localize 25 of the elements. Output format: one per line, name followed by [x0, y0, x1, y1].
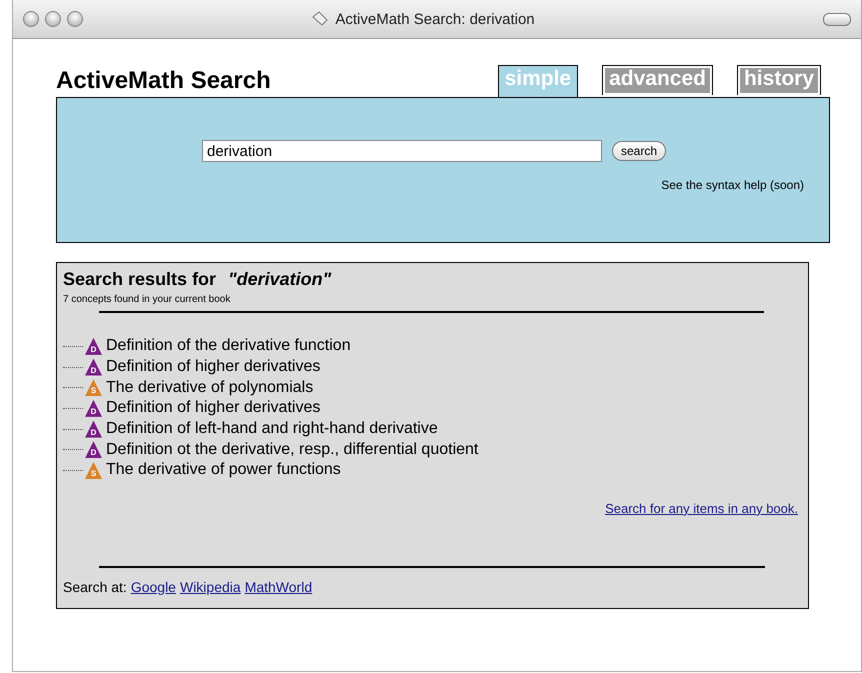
external-search-link[interactable]: Wikipedia [180, 578, 241, 595]
document-icon [311, 11, 330, 27]
external-search-link[interactable]: Google [130, 578, 176, 595]
result-item[interactable]: Definition of the derivative function [106, 337, 351, 356]
result-item[interactable]: The derivative of power functions [106, 461, 341, 480]
query-text: "derivation" [228, 269, 332, 290]
syntax-help-text: See the syntax help (soon) [661, 178, 804, 192]
search-at-label: Search at: [63, 578, 127, 595]
external-search-link[interactable]: MathWorld [244, 578, 312, 595]
zoom-button[interactable] [67, 11, 83, 27]
minimize-button[interactable] [45, 11, 61, 27]
toolbar-toggle-button[interactable] [823, 12, 851, 26]
page-heading: ActiveMath Search [56, 67, 272, 95]
result-item[interactable]: Definition of higher derivatives [106, 358, 320, 376]
results-title: Search results for [63, 269, 216, 290]
any-book-link[interactable]: Search for any items in any book. [605, 500, 798, 516]
result-item[interactable]: Definition of left-hand and right-hand derivative [106, 420, 438, 438]
search-button[interactable]: search [612, 141, 666, 161]
result-count: 7 concepts found in your current book [63, 294, 232, 305]
window-title: ActiveMath Search: derivation [335, 10, 535, 28]
result-item[interactable]: Definition of higher derivatives [106, 399, 320, 418]
result-item[interactable]: The derivative of polynomials [106, 378, 314, 397]
close-button[interactable] [23, 11, 39, 27]
result-item[interactable]: Definition ot the derivative, resp., differential quotient [106, 440, 478, 459]
search-field[interactable]: derivation [202, 140, 602, 162]
